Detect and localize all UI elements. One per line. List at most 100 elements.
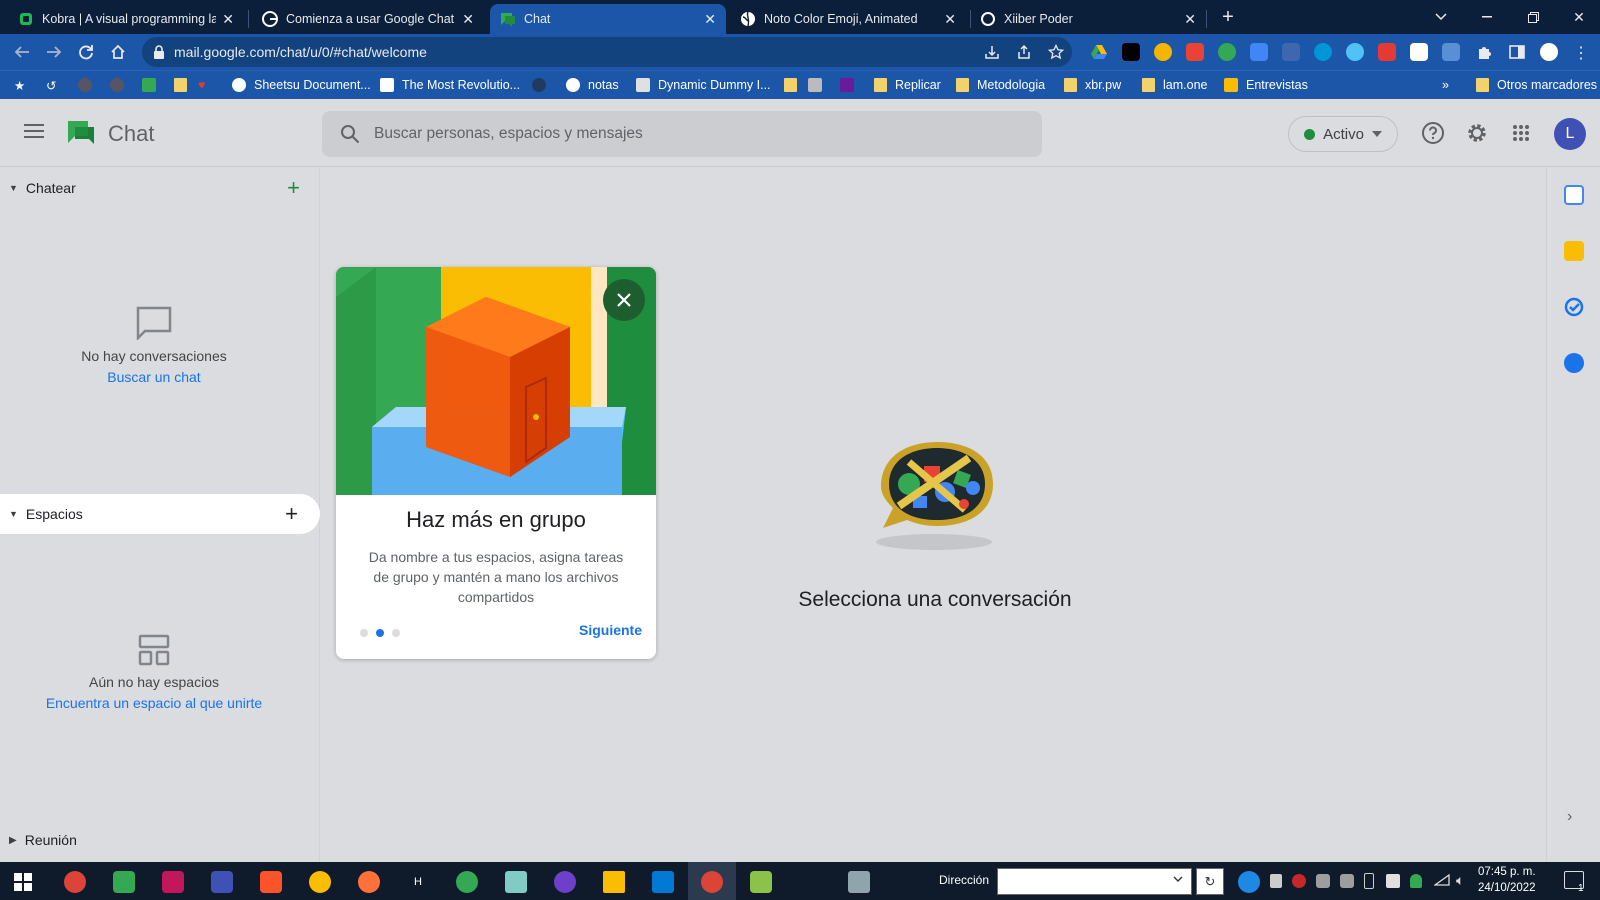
close-card-button[interactable] [603, 279, 645, 321]
translate-extension-icon[interactable] [1250, 43, 1268, 61]
contacts-icon[interactable] [1564, 353, 1584, 373]
page-indicator-dot-active[interactable] [376, 629, 384, 637]
browser-tab-noto-emoji[interactable]: Noto Color Emoji, Animated ✕ [730, 4, 966, 34]
home-button[interactable] [104, 38, 132, 66]
extension-icon[interactable] [1346, 43, 1364, 61]
chevron-down-icon[interactable] [1173, 875, 1183, 883]
close-tab-icon[interactable]: ✕ [1184, 11, 1196, 28]
bookmark-icon[interactable] [110, 75, 132, 95]
battery-icon[interactable] [1364, 873, 1374, 889]
shield-tray-icon[interactable] [1410, 874, 1422, 888]
app-icon[interactable] [113, 871, 135, 893]
tasks-icon[interactable] [1564, 297, 1584, 317]
emoji-extension-icon[interactable] [1154, 43, 1172, 61]
terminal-icon[interactable] [848, 871, 870, 893]
bookmark-icon[interactable] [808, 75, 830, 95]
lock-icon[interactable] [152, 44, 168, 60]
reload-button[interactable] [72, 38, 100, 66]
bookmark-icon[interactable] [78, 75, 100, 95]
brave-icon[interactable] [260, 871, 282, 893]
status-dropdown[interactable]: Activo [1288, 116, 1398, 152]
github-icon[interactable] [554, 871, 576, 893]
keep-icon[interactable] [1564, 241, 1584, 261]
bookmark-star-icon[interactable] [1048, 44, 1064, 60]
sheets-bookmark-icon[interactable] [142, 75, 164, 95]
extension-icon[interactable] [1410, 43, 1428, 61]
share-icon[interactable] [1016, 44, 1032, 60]
firefox-icon[interactable] [358, 871, 380, 893]
restore-button[interactable] [1510, 0, 1556, 34]
section-chat-header[interactable]: ▼ Chatear + [0, 168, 320, 208]
volume-icon[interactable]: 🔈︎ [1456, 872, 1464, 889]
bookmark-icon[interactable] [840, 75, 862, 95]
bookmark-xbr[interactable]: xbr.pw [1064, 75, 1121, 95]
find-space-link[interactable]: Encuentra un espacio al que unirte [0, 695, 308, 711]
shield-extension-icon[interactable] [1218, 43, 1236, 61]
browser-tab-kobra[interactable]: Kobra | A visual programming lan ✕ [8, 4, 244, 34]
app-icon[interactable] [211, 871, 233, 893]
wifi-icon[interactable] [1434, 873, 1450, 887]
minimize-button[interactable] [1464, 0, 1510, 34]
new-tab-button[interactable]: + [1206, 0, 1250, 34]
expand-panel-chevron-icon[interactable]: › [1567, 808, 1572, 826]
profile-icon[interactable] [1540, 43, 1558, 61]
app-icon[interactable]: H [407, 871, 429, 893]
menu-kebab-icon[interactable]: ⋮ [1572, 43, 1590, 62]
folder-icon[interactable] [174, 75, 187, 95]
extension-icon[interactable] [1282, 43, 1300, 61]
tray-icon[interactable] [1340, 874, 1354, 888]
side-panel-icon[interactable] [1508, 43, 1526, 61]
forward-button[interactable] [40, 38, 68, 66]
address-bar[interactable]: mail.google.com/chat/u/0/#chat/welcome [142, 37, 1072, 67]
browser-tab-chat[interactable]: Chat ✕ [490, 4, 726, 34]
bookmark-metodologia[interactable]: Metodologia [956, 75, 1045, 95]
vscode-icon[interactable] [652, 871, 674, 893]
other-bookmarks-folder[interactable]: Otros marcadores [1476, 75, 1597, 95]
bookmark-sheetsu[interactable]: Sheetsu Document... [232, 75, 371, 95]
close-window-button[interactable]: ✕ [1556, 0, 1600, 34]
chrome-active-icon[interactable] [701, 871, 723, 893]
bookmark-entrevistas[interactable]: Entrevistas [1224, 75, 1308, 95]
history-bookmark-icon[interactable]: ↺ [46, 75, 56, 95]
search-input[interactable]: Buscar personas, espacios y mensajes [322, 111, 1042, 157]
tab-search-chevron-icon[interactable] [1418, 0, 1464, 34]
close-tab-icon[interactable]: ✕ [944, 11, 956, 28]
hp-extension-icon[interactable] [1314, 43, 1332, 61]
app-icon[interactable] [505, 871, 527, 893]
heart-bookmark-icon[interactable]: ♥ [198, 75, 205, 95]
close-tab-icon[interactable]: ✕ [704, 11, 716, 28]
tray-icon[interactable] [1270, 874, 1282, 888]
section-spaces-header[interactable]: ▼ Espacios + [0, 494, 320, 534]
tray-icon[interactable] [1292, 874, 1306, 888]
extension-icon[interactable] [1378, 43, 1396, 61]
apps-grid-icon[interactable] [1508, 120, 1534, 146]
browser-tab-google-chat-help[interactable]: Comienza a usar Google Chat - C ✕ [252, 4, 484, 34]
new-space-plus-icon[interactable]: + [285, 503, 298, 525]
bookmark-lam-one[interactable]: lam.one [1142, 75, 1207, 95]
chrome-icon[interactable] [309, 871, 331, 893]
app-title[interactable]: Chat [108, 121, 154, 147]
help-icon[interactable] [1420, 120, 1446, 146]
star-bookmark-icon[interactable]: ★ [14, 75, 25, 95]
bookmark-notas[interactable]: notas [566, 75, 619, 95]
tray-icon[interactable] [1316, 874, 1330, 888]
browser-tab-xiiber[interactable]: Xiiber Poder ✕ [970, 4, 1206, 34]
new-chat-plus-icon[interactable]: + [287, 177, 300, 199]
puzzle-extensions-icon[interactable] [1476, 43, 1494, 61]
folder-icon[interactable] [784, 75, 797, 95]
install-app-icon[interactable] [984, 44, 1000, 60]
page-indicator-dot[interactable] [360, 629, 368, 637]
section-meeting-header[interactable]: ▶ Reunión [0, 820, 320, 860]
app-icon[interactable] [162, 871, 184, 893]
next-button[interactable]: Siguiente [570, 622, 642, 638]
security-icon[interactable] [1386, 874, 1400, 888]
back-button[interactable] [8, 38, 36, 66]
avatar[interactable]: L [1554, 118, 1586, 150]
bookmark-revolution[interactable]: The Most Revolutio... [380, 75, 520, 95]
close-tab-icon[interactable]: ✕ [222, 11, 234, 28]
address-toolbar-input[interactable] [997, 868, 1192, 895]
calendar-icon[interactable] [1564, 185, 1584, 205]
file-explorer-icon[interactable] [603, 871, 625, 893]
chrome-app-icon[interactable] [64, 871, 86, 893]
extension-icon[interactable] [1122, 43, 1140, 61]
